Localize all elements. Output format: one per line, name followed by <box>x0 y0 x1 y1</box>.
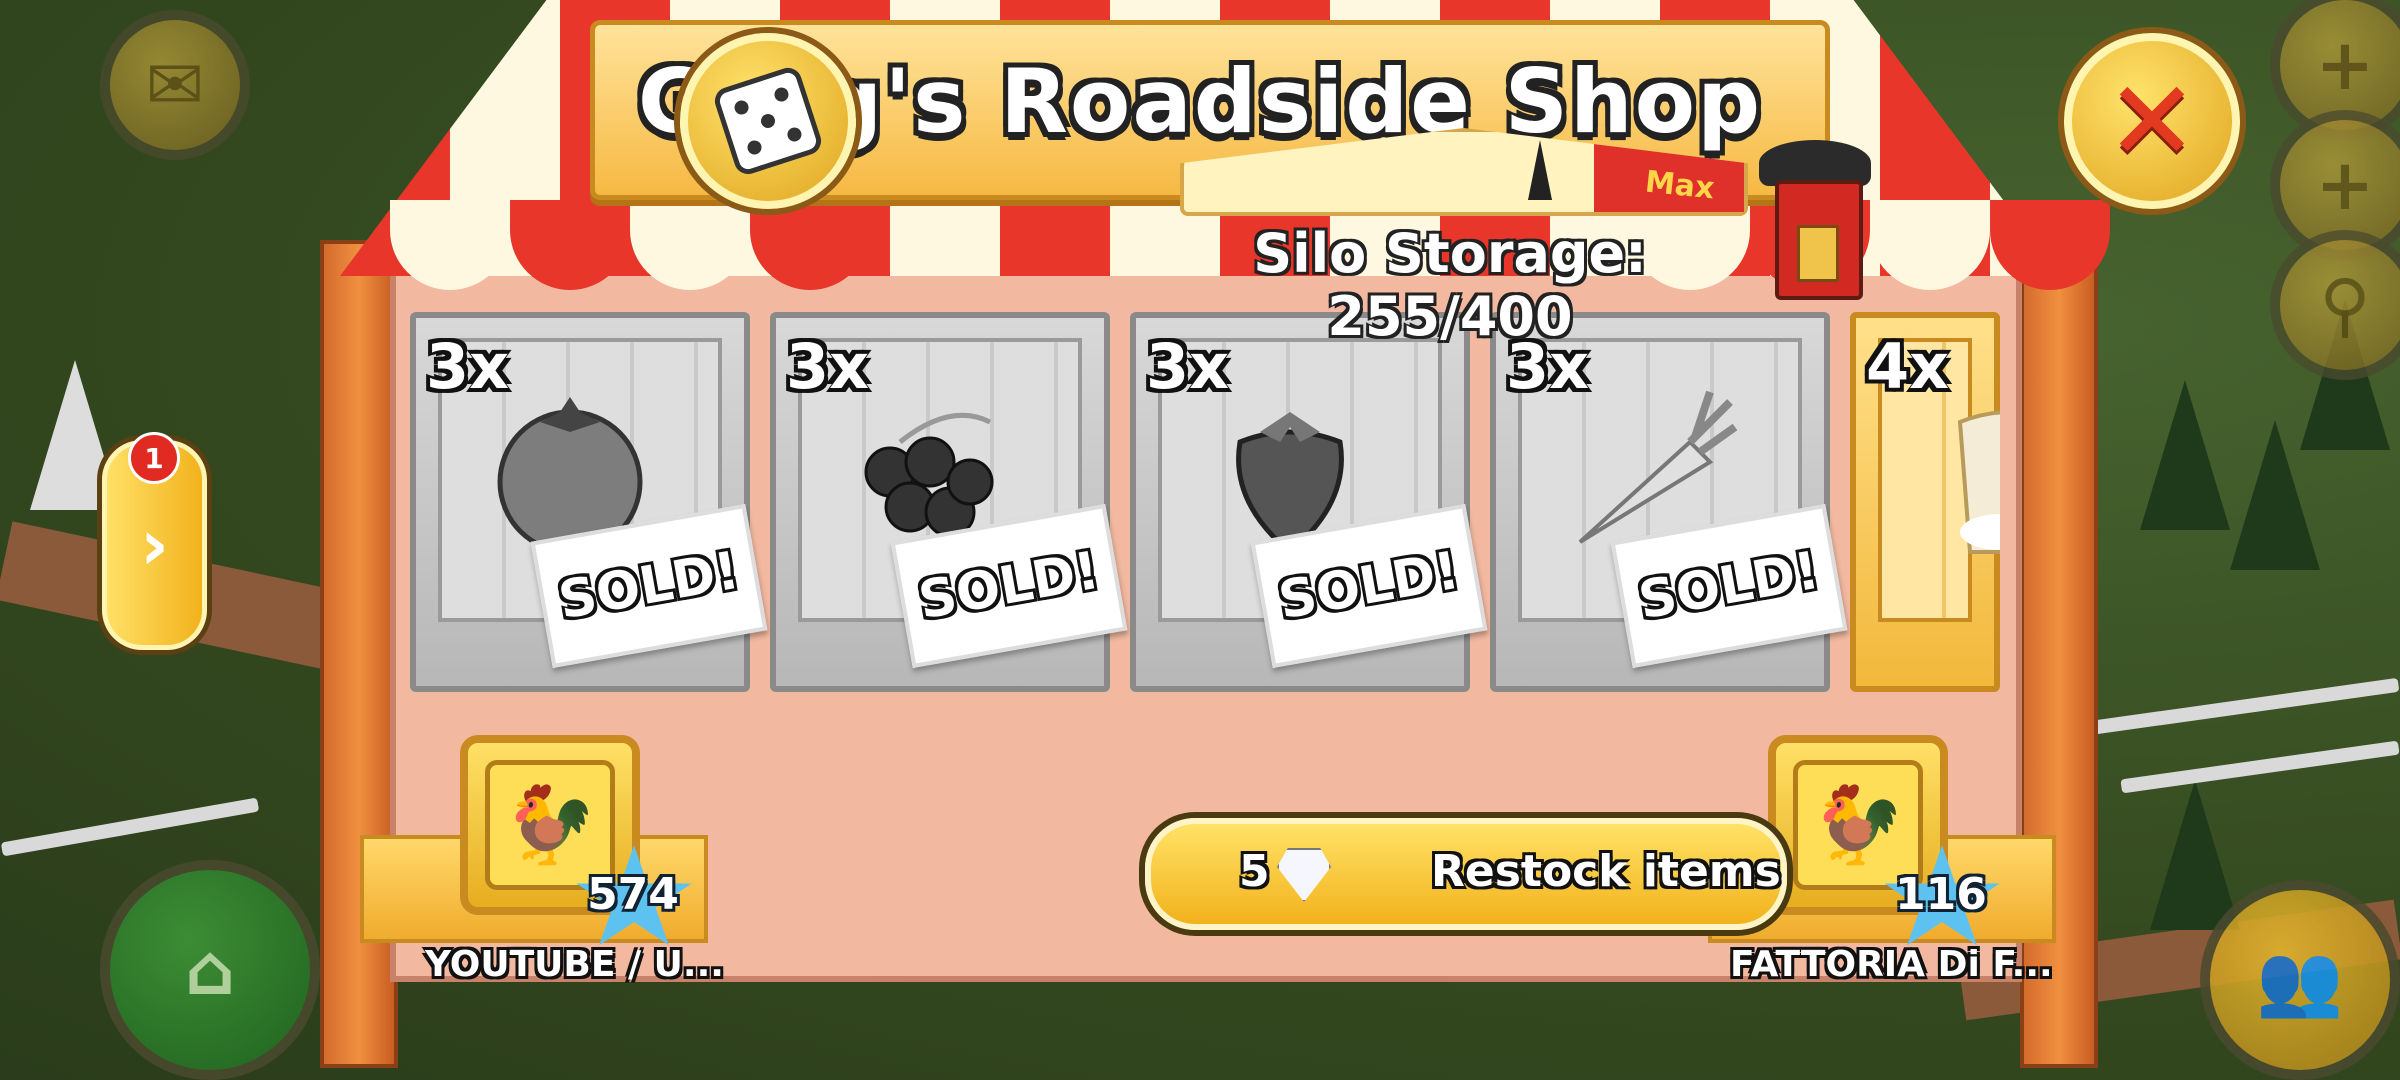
friends-button[interactable]: 👥 <box>2200 880 2400 1080</box>
crate-quantity: 4x <box>1866 330 1950 403</box>
friend-right[interactable]: 🐓 116 <box>1708 735 2056 946</box>
gauge-max-label: Max <box>1642 164 1716 207</box>
friend-left[interactable]: 🐓 574 <box>360 735 708 946</box>
sugar-sack-icon <box>1920 382 2000 562</box>
restock-cost: 5 <box>1239 846 1270 897</box>
left-post <box>320 240 398 1068</box>
diamond-icon <box>1277 848 1331 902</box>
magnifier-icon: ⚲ <box>2319 264 2371 346</box>
crate-quantity: 3x <box>426 330 510 403</box>
rooster-icon: 🐓 <box>1810 780 1906 869</box>
search-button[interactable]: ⚲ <box>2270 230 2400 380</box>
silo-storage-label: Silo Storage: 255/400 <box>1253 222 1647 348</box>
restock-items-button[interactable]: 5 Restock items <box>1145 818 1787 930</box>
close-icon: ✕ <box>2105 57 2199 185</box>
rooster-icon: 🐓 <box>502 780 598 869</box>
friend-level: 574 <box>587 869 679 920</box>
mail-icon: ✉ <box>145 44 205 126</box>
friend-name: YOUTUBE / U... <box>425 944 724 985</box>
restock-label: Restock items <box>1431 846 1781 897</box>
crate-slot-4[interactable]: 3x SOLD! <box>1490 312 1848 692</box>
dice-icon <box>711 64 825 178</box>
crate-quantity: 3x <box>786 330 870 403</box>
shuffle-dice-button[interactable] <box>680 33 856 209</box>
crate-slot-3[interactable]: 3x SOLD! <box>1130 312 1488 692</box>
friends-icon: 👥 <box>2256 938 2344 1021</box>
shop-title: Greg's Roadside Shop <box>637 50 1763 153</box>
gauge-needle <box>1528 140 1552 200</box>
mail-button[interactable]: ✉ <box>100 10 250 160</box>
friend-name: FATTORIA Di F... <box>1730 944 2053 985</box>
crate-slot-2[interactable]: 3x SOLD! <box>770 312 1128 692</box>
silo-icon <box>1759 140 1871 300</box>
close-button[interactable]: ✕ <box>2064 33 2240 209</box>
notification-badge: 1 <box>128 432 180 484</box>
roadside-shop-panel: 3x SOLD! 3x SOLD! 3x SOLD! 3x SOLD! 4x G… <box>260 0 2240 1080</box>
chevron-right-icon: › <box>140 504 169 586</box>
friend-level: 116 <box>1895 869 1987 920</box>
crate-slot-5[interactable]: 4x <box>1850 312 2000 692</box>
crate-slot-1[interactable]: 3x SOLD! <box>410 312 768 692</box>
